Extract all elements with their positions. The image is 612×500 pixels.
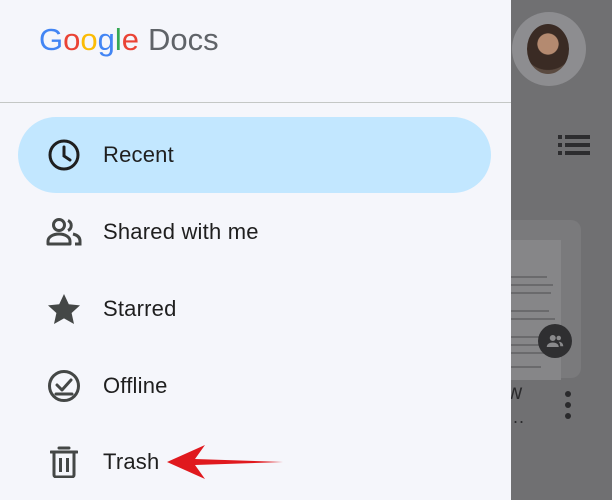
people-icon — [46, 214, 82, 250]
people-icon — [546, 335, 564, 347]
clock-icon — [46, 137, 82, 173]
divider — [0, 102, 511, 103]
document-thumbnail — [503, 240, 561, 380]
google-docs-logo: Google Docs — [39, 22, 219, 57]
shared-doc-badge — [538, 324, 572, 358]
nav-item-label: Recent — [103, 142, 174, 167]
more-options-icon[interactable] — [562, 390, 574, 420]
nav-item-starred[interactable]: Starred — [18, 271, 491, 347]
nav-item-label: Starred — [103, 296, 177, 321]
red-arrow-annotation — [167, 445, 283, 479]
trash-icon — [46, 444, 82, 480]
avatar — [527, 24, 569, 74]
list-view-icon[interactable] — [558, 134, 590, 156]
nav-item-offline[interactable]: Offline — [18, 348, 491, 424]
nav-item-label: Shared with me — [103, 219, 259, 244]
nav-item-label: Offline — [103, 373, 168, 398]
nav-item-shared-with-me[interactable]: Shared with me — [18, 194, 491, 270]
nav-item-recent[interactable]: Recent — [18, 117, 491, 193]
navigation-drawer: Google Docs Recent Shared with me Starre… — [0, 0, 511, 500]
star-icon — [46, 291, 82, 327]
nav-item-label: Trash — [103, 449, 160, 474]
offline-check-icon — [46, 368, 82, 404]
